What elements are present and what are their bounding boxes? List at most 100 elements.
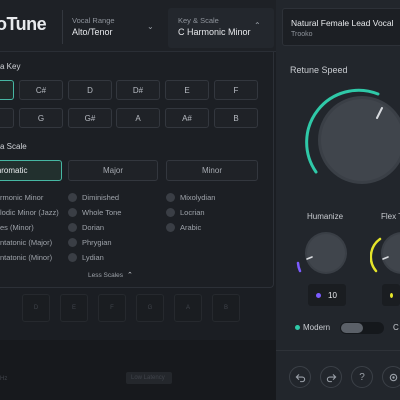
scale-option[interactable]: es (Minor)	[0, 223, 34, 232]
key-label: D#	[132, 85, 144, 95]
scale-option-dorian[interactable]: Dorian	[68, 223, 104, 232]
faded-key: B	[212, 294, 240, 322]
key-label: G	[37, 113, 45, 123]
scale-option-diminished[interactable]: Diminished	[68, 193, 119, 202]
humanize-value[interactable]: 10	[308, 284, 346, 306]
help-icon[interactable]: ?	[351, 366, 373, 388]
scale-option-phrygian[interactable]: Phrygian	[68, 238, 112, 247]
scale-option[interactable]: ntatonic (Major)	[0, 238, 52, 247]
scale-option-label: Arabic	[180, 223, 202, 232]
preset-selector[interactable]: Natural Female Lead Vocal Trooko	[282, 8, 400, 46]
faded-key: D	[22, 294, 50, 322]
knob-face	[307, 234, 345, 272]
scale-tab-label: Minor	[201, 166, 222, 175]
key-button-b[interactable]: B	[214, 108, 258, 128]
chevron-up-icon: ⌃	[254, 21, 261, 30]
scale-option-whole-tone[interactable]: Whole Tone	[68, 208, 121, 217]
flex-tune-label: Flex T	[381, 212, 400, 221]
key-button-a[interactable]: A	[116, 108, 160, 128]
faded-key: F	[98, 294, 126, 322]
faded-key: G	[136, 294, 164, 322]
key-scale-value: C Harmonic Minor	[178, 27, 251, 37]
scale-tab-major[interactable]: Major	[68, 160, 158, 181]
scale-option-label: es (Minor)	[0, 223, 34, 232]
redo-glyph	[326, 373, 336, 382]
scale-option-arabic[interactable]: Arabic	[166, 223, 201, 232]
key-button-csharp[interactable]: C#	[19, 80, 63, 100]
undo-glyph	[295, 373, 305, 382]
scale-option[interactable]: ntatonic (Minor)	[0, 253, 52, 262]
undo-icon[interactable]	[289, 366, 311, 388]
key-scale-selector[interactable]: Key & Scale C Harmonic Minor ⌃	[168, 8, 274, 48]
less-scales-label: Less Scales	[88, 272, 124, 279]
scale-tab-minor[interactable]: Minor	[166, 160, 258, 181]
divider	[62, 10, 63, 44]
scale-option-lydian[interactable]: Lydian	[68, 253, 104, 262]
vocal-range-label: Vocal Range	[72, 16, 115, 25]
scale-option-label: Diminished	[82, 193, 120, 202]
toggle-thumb	[341, 323, 363, 333]
humanize-value-text: 10	[328, 290, 337, 300]
key-button-d[interactable]: D	[68, 80, 112, 100]
radio-icon	[68, 238, 77, 247]
less-scales-button[interactable]: Less Scales ⌃	[88, 271, 133, 279]
scale-section-title: a Scale	[0, 142, 27, 151]
key-label: D	[87, 85, 93, 95]
scale-option-mixolydian[interactable]: Mixolydian	[166, 193, 215, 202]
key-button-f[interactable]: F	[214, 80, 258, 100]
gear-glyph	[389, 373, 397, 381]
settings-icon[interactable]	[382, 366, 400, 388]
divider	[276, 350, 400, 351]
key-button-fsharp[interactable]: F#	[0, 108, 14, 128]
scale-option-label: rmonic Minor	[0, 193, 44, 202]
key-button-c[interactable]: C	[0, 80, 14, 100]
scale-option-label: lodic Minor (Jazz)	[0, 208, 59, 217]
key-button-e[interactable]: E	[165, 80, 209, 100]
key-button-gsharp[interactable]: G#	[68, 108, 112, 128]
humanize-knob[interactable]	[296, 227, 356, 277]
mode-indicator-dot	[295, 325, 300, 330]
mode-other-label: C	[393, 323, 399, 332]
scale-option-label: Whole Tone	[82, 208, 122, 217]
scale-option-label: ntatonic (Major)	[0, 238, 53, 247]
faded-key-label: F	[110, 305, 114, 311]
bottom-bar	[0, 340, 276, 400]
app-logo: oTune	[0, 14, 47, 34]
faded-hz-label: Hz	[0, 376, 8, 382]
retune-speed-knob[interactable]	[300, 80, 400, 190]
mode-label: Modern	[303, 323, 331, 332]
scale-option-label: ntatonic (Minor)	[0, 253, 53, 262]
scale-option-label: Locrian	[180, 208, 205, 217]
help-glyph: ?	[359, 371, 365, 383]
faded-key-label: E	[71, 305, 76, 311]
key-label: C#	[35, 85, 47, 95]
knob-face	[383, 234, 400, 272]
scale-option-label: Lydian	[82, 253, 104, 262]
humanize-color-dot	[316, 292, 321, 298]
scale-option[interactable]: lodic Minor (Jazz)	[0, 208, 59, 217]
faded-latency-label: Low Latency	[131, 375, 165, 381]
key-button-g[interactable]: G	[19, 108, 63, 128]
key-button-dsharp[interactable]: D#	[116, 80, 160, 100]
header-bar: oTune Vocal Range Alto/Tenor ⌄ Key & Sca…	[0, 0, 276, 52]
scale-option[interactable]: rmonic Minor	[0, 193, 43, 202]
key-label: G#	[84, 113, 96, 123]
key-button-asharp[interactable]: A#	[165, 108, 209, 128]
radio-icon	[68, 193, 77, 202]
mode-toggle[interactable]	[340, 322, 384, 334]
scale-tab-chromatic[interactable]: Chromatic	[0, 160, 62, 181]
radio-icon	[68, 253, 77, 262]
key-label: E	[184, 85, 190, 95]
humanize-label: Humanize	[307, 212, 344, 221]
key-label: B	[233, 113, 239, 123]
radio-icon	[166, 223, 175, 232]
radio-icon	[68, 208, 77, 217]
key-label: F	[233, 85, 239, 95]
flex-tune-value[interactable]	[382, 284, 400, 306]
flex-tune-knob[interactable]	[370, 227, 400, 277]
key-label: A	[135, 113, 141, 123]
radio-icon	[68, 223, 77, 232]
scale-option-locrian[interactable]: Locrian	[166, 208, 205, 217]
faded-key: A	[174, 294, 202, 322]
redo-icon[interactable]	[320, 366, 342, 388]
